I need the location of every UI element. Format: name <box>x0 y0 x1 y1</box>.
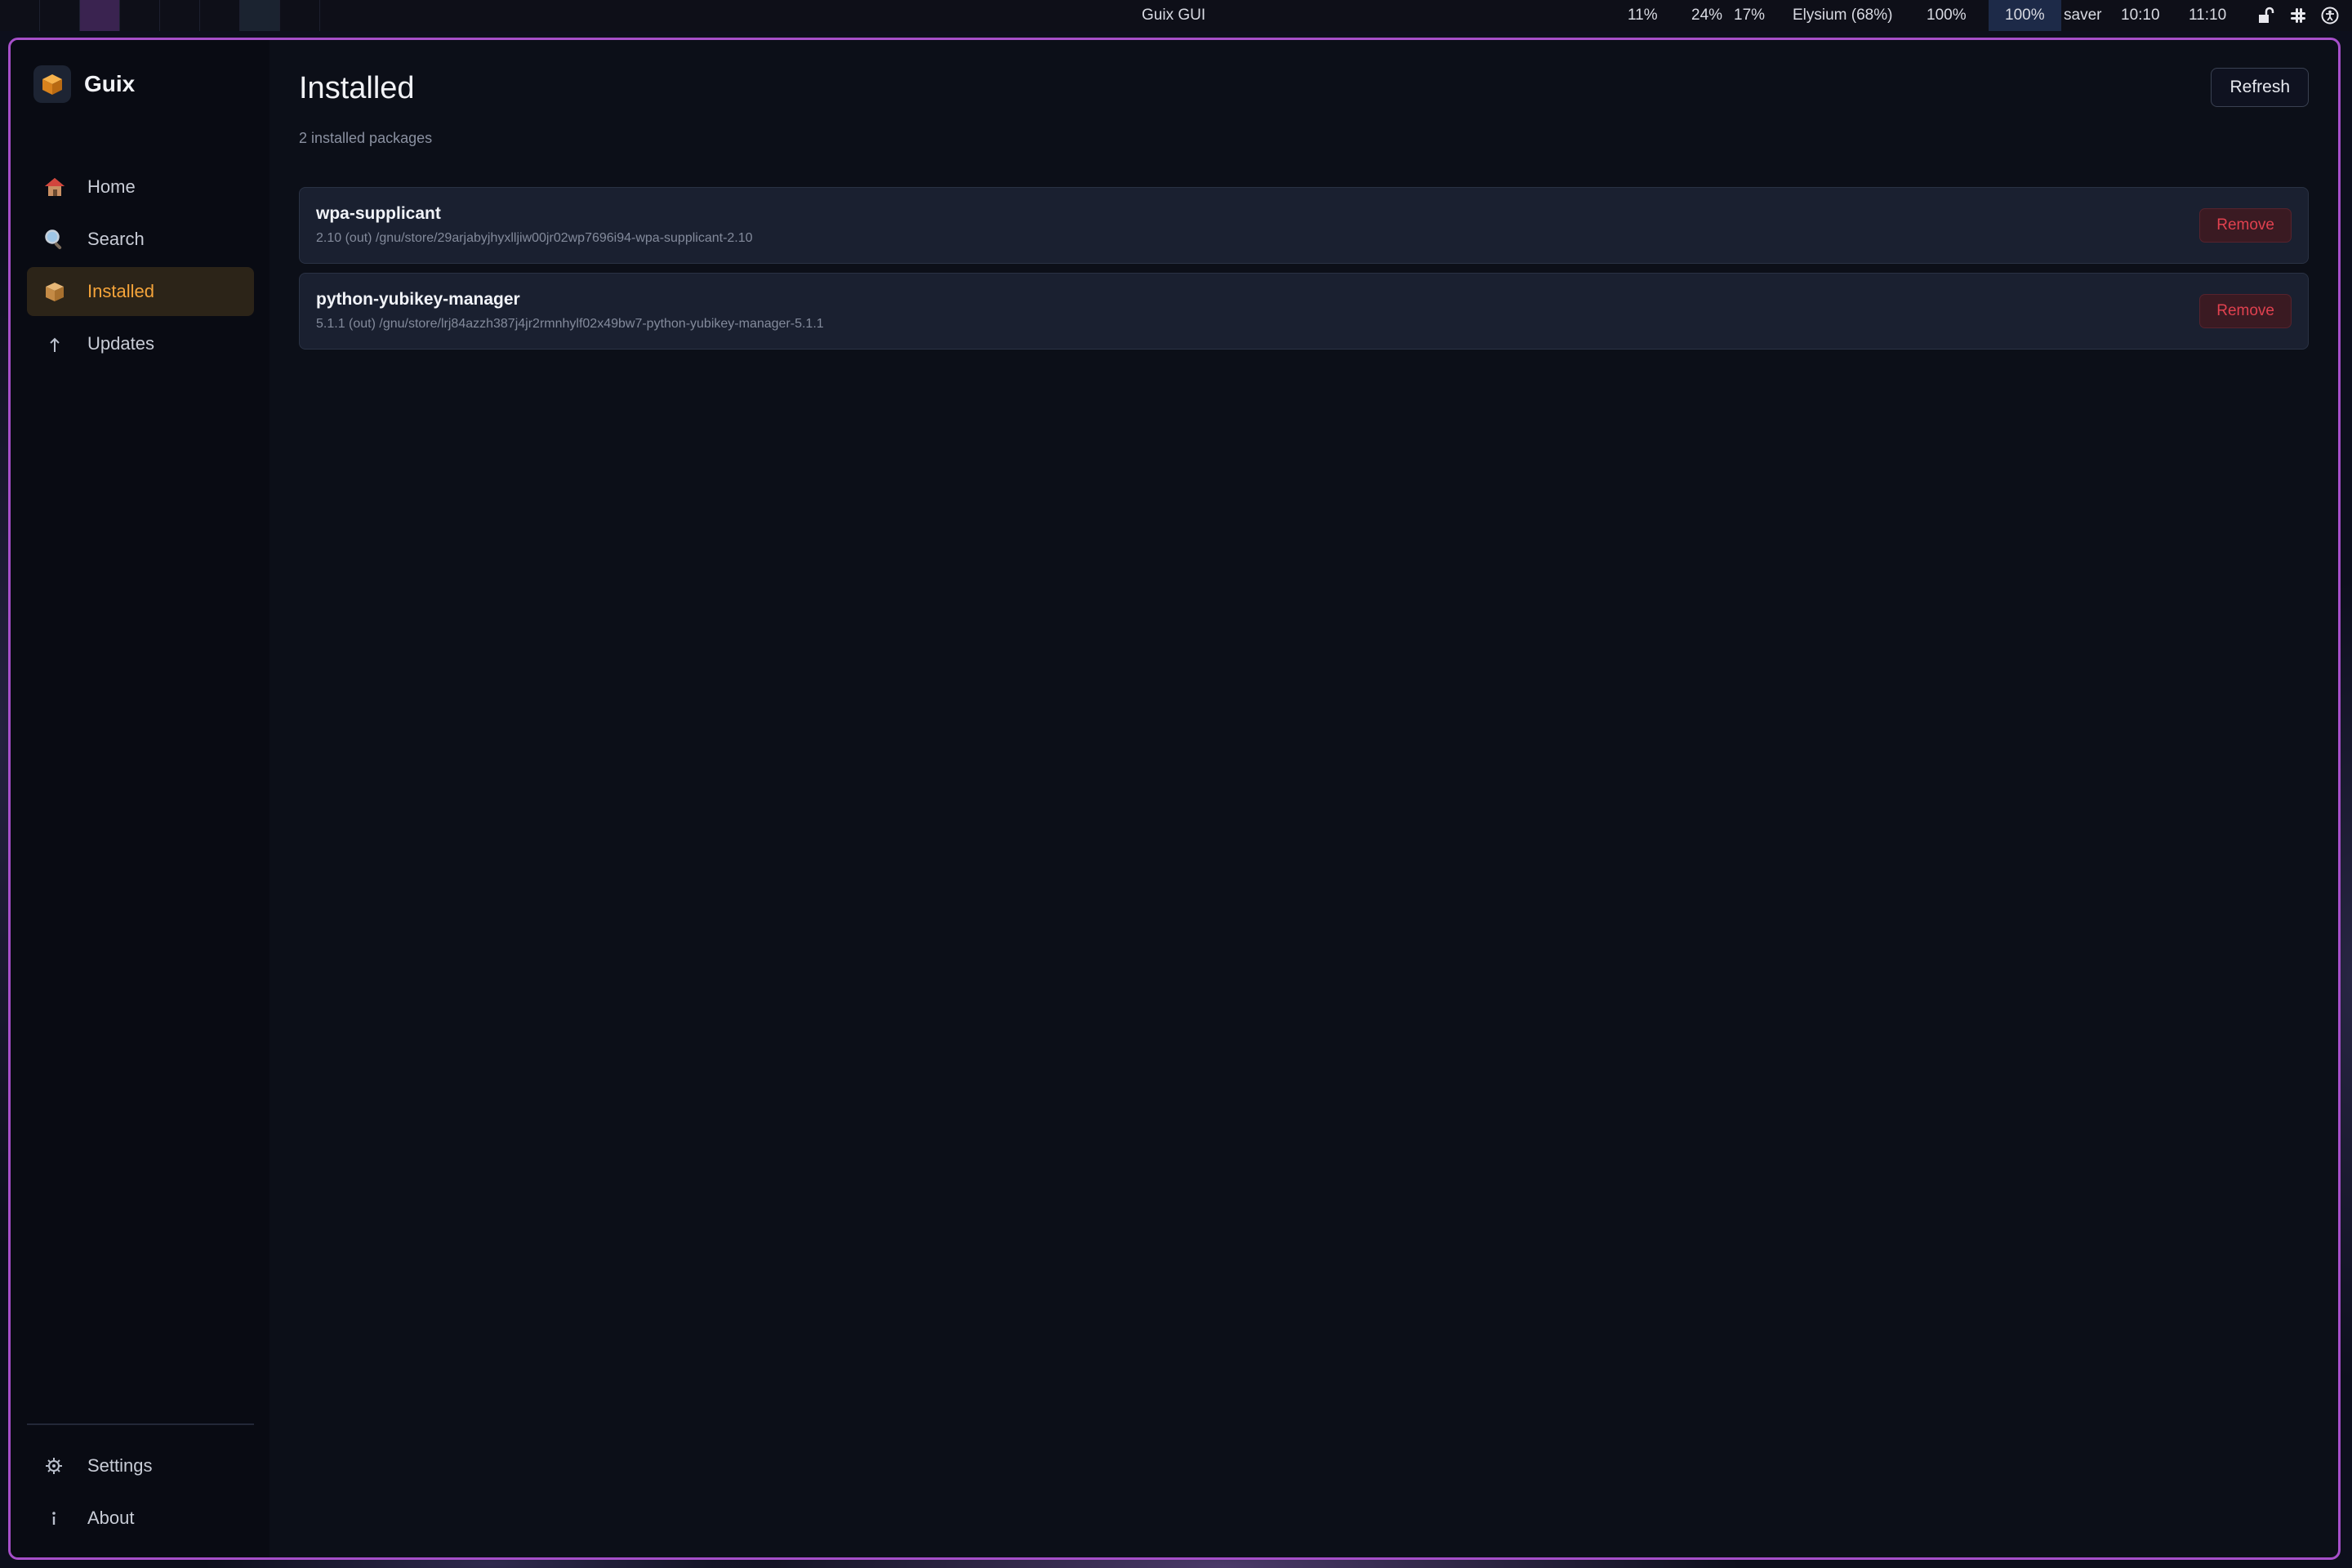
sidebar-item-search[interactable]: Search <box>27 215 254 264</box>
package-name: wpa-supplicant <box>316 204 441 223</box>
sidebar-item-settings[interactable]: Settings <box>27 1441 254 1490</box>
sidebar-item-installed[interactable]: Installed <box>27 267 254 316</box>
sidebar-item-updates[interactable]: Updates <box>27 319 254 368</box>
clock-local: 10:10 <box>2121 7 2160 24</box>
remove-button[interactable]: Remove <box>2199 294 2292 328</box>
package-details: 2.10 (out) /gnu/store/29arjabyjhyxlljiw0… <box>316 231 753 245</box>
package-name: python-yubikey-manager <box>316 290 520 309</box>
refresh-button[interactable]: Refresh <box>2211 68 2309 107</box>
remove-button[interactable]: Remove <box>2199 208 2292 243</box>
swap-usage: 17% <box>1734 7 1766 24</box>
workspace-3[interactable] <box>80 0 120 31</box>
package-card: wpa-supplicant 2.10 (out) /gnu/store/29a… <box>299 187 2309 264</box>
sidebar-item-label: Search <box>87 229 145 249</box>
workspace-1[interactable] <box>0 0 40 31</box>
workspace-5[interactable] <box>160 0 200 31</box>
gear-icon <box>43 1454 71 1478</box>
sidebar-item-label: Home <box>87 176 136 197</box>
workspace-6[interactable] <box>200 0 240 31</box>
app-name: Guix <box>84 71 136 96</box>
app-brand: Guix <box>33 65 135 104</box>
home-icon <box>43 175 71 199</box>
main-content: Installed 2 installed packages Refresh w… <box>270 40 2338 1557</box>
guix-logo-icon <box>33 65 71 103</box>
focused-window-title: Guix GUI <box>1142 7 1206 24</box>
page-title: Installed <box>299 71 415 105</box>
arrow-up-icon <box>43 332 71 356</box>
network-status[interactable]: Elysium (68%) <box>1793 0 1892 31</box>
memory-usage: 24% <box>1691 7 1723 24</box>
sidebar-nav: Home Search Installed Updates <box>27 163 254 372</box>
workspace-7[interactable] <box>240 0 280 31</box>
package-details: 5.1.1 (out) /gnu/store/lrj84azzh387j4jr2… <box>316 317 824 331</box>
sidebar: Guix Home Search Installed Updates Setti… <box>11 40 270 1557</box>
sidebar-footer-nav: Settings About <box>27 1423 254 1546</box>
package-list: wpa-supplicant 2.10 (out) /gnu/store/29a… <box>299 187 2309 359</box>
package-icon <box>43 279 71 304</box>
sidebar-item-label: Installed <box>87 281 154 301</box>
sidebar-item-label: Settings <box>87 1455 153 1476</box>
slack-icon[interactable] <box>2289 7 2307 24</box>
installed-count: 2 installed packages <box>299 130 433 146</box>
sidebar-item-home[interactable]: Home <box>27 163 254 212</box>
info-icon <box>43 1506 71 1530</box>
volume-level[interactable]: 100% <box>1927 0 1967 31</box>
workspace-8[interactable] <box>280 0 320 31</box>
clock-secondary: 11:10 <box>2189 7 2227 24</box>
accessibility-icon[interactable] <box>2321 7 2339 24</box>
power-profile[interactable]: saver <box>2064 0 2101 31</box>
lock-icon[interactable] <box>2256 7 2274 24</box>
sidebar-item-label: About <box>87 1508 135 1528</box>
system-top-bar: Guix GUI 11% 24% 17% Elysium (68%) 100% … <box>0 0 2352 31</box>
search-icon <box>43 227 71 252</box>
brightness-level[interactable]: 100% <box>1989 0 2061 31</box>
workspace-4[interactable] <box>120 0 160 31</box>
sidebar-item-about[interactable]: About <box>27 1494 254 1543</box>
package-card: python-yubikey-manager 5.1.1 (out) /gnu/… <box>299 273 2309 350</box>
workspace-2[interactable] <box>40 0 80 31</box>
cpu-usage: 11% <box>1628 7 1658 24</box>
guix-gui-window: Guix Home Search Installed Updates Setti… <box>8 38 2341 1560</box>
sidebar-item-label: Updates <box>87 333 154 354</box>
